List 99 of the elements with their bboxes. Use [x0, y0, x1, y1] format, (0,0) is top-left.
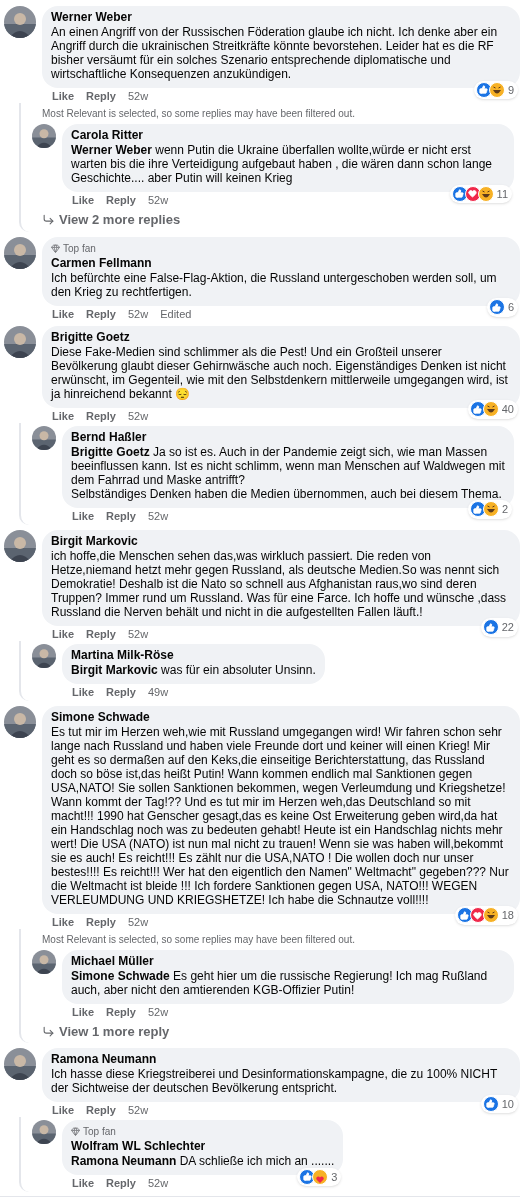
reaction-count-badge[interactable]: 2 [467, 500, 512, 519]
reaction-count: 18 [501, 908, 515, 923]
comment-author[interactable]: Martina Milk-Röse [71, 647, 316, 663]
comment-text: Ich befürchte eine False-Flag-Aktion, die Russland untergeschoben werden soll, um den Krieg zu rechtfertigen. [51, 270, 498, 299]
comment-text: Brigitte Goetz Ja so ist es. Auch in der Pandemie zeigt sich, wie man Massen beeinflussen kann. Ist es nicht schlimm, wenn man Menschen auf Waldwegen mit dem Fahrrad und Maske antrifft? Selbständiges Denken haben die Medien übernommen, auch bei diesem Thema. [71, 444, 505, 501]
reply-link[interactable]: Reply [106, 685, 136, 699]
comment-text: An einen Angriff von der Russischen Föderation glaube ich nicht. Ich denke aber ein Angriff durch die ukrainischen Streitkräfte könnte bevorstehen. Leider hat es die RF bisher versäumt für ein solches Szenario entsprechende diplomatische und wirtschaftliche Konsequenzen anzukündigen. [51, 25, 499, 81]
like-reaction-icon [482, 619, 499, 636]
laughing-face-icon [482, 907, 499, 924]
comment-time[interactable]: 52w [128, 409, 149, 423]
hugging-face-icon [312, 1168, 329, 1185]
reply-arrow-icon [42, 1024, 55, 1038]
reply-link[interactable]: Reply [86, 915, 116, 929]
like-link[interactable]: Like [72, 509, 94, 523]
like-reaction-icon [299, 1168, 316, 1185]
like-reaction-icon [469, 501, 486, 518]
reaction-count: 6 [507, 300, 515, 315]
laughing-face-icon [482, 501, 499, 518]
reaction-count-badge[interactable]: 11 [449, 184, 512, 203]
like-reaction-icon [475, 81, 492, 98]
reaction-count-badge[interactable]: 18 [454, 906, 518, 925]
comment-time[interactable]: 52w [148, 1005, 169, 1019]
like-link[interactable]: Like [52, 1104, 74, 1117]
like-reaction-icon [488, 299, 505, 316]
comment-text: Birgit Markovic was für ein absoluter Unsinn. [71, 662, 316, 677]
laughing-face-icon [477, 185, 494, 202]
comment-time[interactable]: 52w [128, 307, 149, 321]
reply-link[interactable]: Reply [86, 627, 116, 641]
comment-time[interactable]: 49w [148, 685, 169, 699]
comment-author[interactable]: Ramona Neumann [51, 1052, 511, 1067]
like-link[interactable]: Like [72, 194, 94, 207]
comment-text: Ramona Neumann DA schließe ich mich an ....... [71, 1154, 335, 1168]
like-reaction-icon [469, 401, 486, 418]
like-link[interactable]: Like [52, 627, 74, 641]
comment-author[interactable]: Brigitte Goetz [51, 329, 511, 345]
comment-author[interactable]: Michael Müller [71, 953, 505, 969]
comment-author[interactable]: Werner Weber [51, 10, 511, 25]
like-link[interactable]: Like [52, 409, 74, 423]
comment-author[interactable]: Bernd Haßler [71, 429, 505, 445]
reaction-count: 3 [331, 1169, 339, 1185]
like-link[interactable]: Like [52, 90, 74, 103]
comment-time[interactable]: 52w [148, 1177, 169, 1190]
reaction-count: 40 [501, 402, 515, 417]
reaction-count-badge[interactable]: 10 [480, 1094, 518, 1113]
comment-time[interactable]: 52w [148, 194, 169, 207]
comment-author[interactable]: Carola Ritter [71, 128, 505, 143]
comment-time[interactable]: 52w [128, 90, 149, 103]
comment-text: ich hoffe,die Menschen sehen das,was wirkluch passiert. Die reden von Hetze,niemand hetzt mehr gegen Russland, als deutsche Medien.So was nennt sich Demokratie! Deshalb ist die Nato so schnell aus Afghanistan raus,wo sind deren Truppen? Immer rund um Russland. Was für eine Farce. Ich hoffe und wünsche ,dass Russland die Nerven behält und nicht in die aufgestellten Fallen läuft.! [51, 548, 508, 619]
laughing-face-icon [488, 81, 505, 98]
comment-author[interactable]: Carmen Fellmann [51, 255, 511, 271]
reaction-count: 9 [507, 82, 515, 98]
laughing-face-icon [482, 401, 499, 418]
reaction-count: 11 [496, 186, 509, 202]
comment-author[interactable]: Birgit Markovic [51, 533, 511, 549]
reply-link[interactable]: Reply [106, 194, 136, 207]
comment-author[interactable]: Simone Schwade [51, 709, 511, 725]
reply-link[interactable]: Reply [86, 409, 116, 423]
like-link[interactable]: Like [72, 1177, 94, 1190]
diamond-icon [51, 243, 60, 253]
edited-label: Edited [160, 307, 192, 321]
reaction-count: 10 [501, 1096, 515, 1112]
like-reaction-icon [456, 907, 473, 924]
comment-text: Es tut mir im Herzen weh,wie mit Russland umgegangen wird! Wir fahren schon sehr lange nach Russland und haben viele Freunde dort und keiner will einen Krieg! Mir geht es so dermaßen auf den Keks,die einseitige Berichterstattung, das Russland doch so böse ist,das heißt Putin! Wann kommen endlich mal Sanktionen gegen USA,NATO! Sie sollen Sanktionen bekommen, wegen Verleumdung und Kriegshetze! Wann kommt der Tag!?? Und es tut mir im Herzen weh,das Deutschland so mit macht!!! 1990 hat Genscher gesagt,das es keine Ost Erweiterung geben wird,da hat ein Handschlag noch was zu bedeuten gehabt! Heute ist ein Handschlag nichts mehr wert! Die USA (NATO) ist nun mal nicht zu trauen! Wenn sie was haben will,bekommt sie es auch! Es reicht!!! Es zählt nur die USA,NATO ! Die wollen doch nur unser bestes!!!! Es reicht!!! Wer hat den eigentlich den Namen" Weltmacht" gegeben??? Nur die Weltmacht ist bleide !!! Ich fordere Sanktionen gegen USA, NATO!!! WEGEN VERLEUMDUNG UND KRIEGSHETZE! Ich habe die Schnautze voll!!!! [51, 724, 510, 907]
comment-time[interactable]: 52w [128, 915, 149, 929]
comment-author[interactable]: Wolfram WL Schlechter [71, 1139, 335, 1154]
comment-text: Diese Fake-Medien sind schlimmer als die Pest! Und ein Großteil unserer Bevölkerung glaubt dieser Gehirnwäsche auch noch. Eigenständiges Denken ist nicht erwünscht, im Gegenteil, wie mit den Selbstdenkern mittlerweile umgegangen wird, ist ja hinreichend bekannt 😔 [51, 344, 509, 401]
reply-link[interactable]: Reply [86, 1104, 116, 1117]
reply-link[interactable]: Reply [106, 1177, 136, 1190]
view-more-replies-link[interactable]: View 1 more reply [32, 1021, 520, 1041]
filter-note: Most Relevant is selected, so some replies may have been filtered out. [41, 107, 356, 121]
reaction-count-badge[interactable]: 40 [467, 400, 518, 419]
like-reaction-icon [451, 185, 468, 202]
like-link[interactable]: Like [52, 307, 74, 321]
view-more-replies-link[interactable]: View 2 more replies [32, 210, 520, 230]
comment-time[interactable]: 52w [128, 1104, 149, 1117]
reaction-count-badge[interactable]: 9 [473, 80, 518, 99]
reaction-count-badge[interactable]: 3 [297, 1167, 342, 1186]
comment-text: Simone Schwade Es geht hier um die russische Regierung! Ich mag Rußland auch, aber nicht den amtierenden KGB-Offizier Putin! [71, 968, 489, 997]
comment-time[interactable]: 52w [148, 509, 169, 523]
comment-text: Werner Weber wenn Putin die Ukraine überfallen wollte,würde er nicht erst warten bis die ihre Verteidigung aufgebaut haben , die wären dann schon lange Geschichte.... aber Putin will keinen Krieg [71, 143, 493, 185]
reaction-count-badge[interactable]: 6 [486, 298, 518, 317]
comment-time[interactable]: 52w [128, 627, 149, 641]
reply-link[interactable]: Reply [86, 307, 116, 321]
reply-link[interactable]: Reply [106, 1005, 136, 1019]
diamond-icon [71, 1127, 80, 1136]
like-link[interactable]: Like [72, 685, 94, 699]
top-fan-label: Top fan [83, 1125, 116, 1139]
like-link[interactable]: Like [72, 1005, 94, 1019]
reply-link[interactable]: Reply [86, 90, 116, 103]
reaction-count: 2 [501, 502, 509, 517]
top-fan-label: Top fan [63, 241, 96, 256]
like-reaction-icon [482, 1095, 499, 1112]
reply-arrow-icon [42, 213, 55, 227]
reaction-count: 22 [501, 620, 515, 635]
reaction-count-badge[interactable]: 22 [480, 618, 518, 637]
filter-note: Most Relevant is selected, so some replies may have been filtered out. [41, 932, 356, 947]
reply-link[interactable]: Reply [106, 509, 136, 523]
like-link[interactable]: Like [52, 915, 74, 929]
comment-text: Ich hasse diese Kriegstreiberei und Desinformationskampagne, die zu 100% NICHT der Sichtweise der deutschen Bevölkerung entspricht. [51, 1067, 498, 1095]
